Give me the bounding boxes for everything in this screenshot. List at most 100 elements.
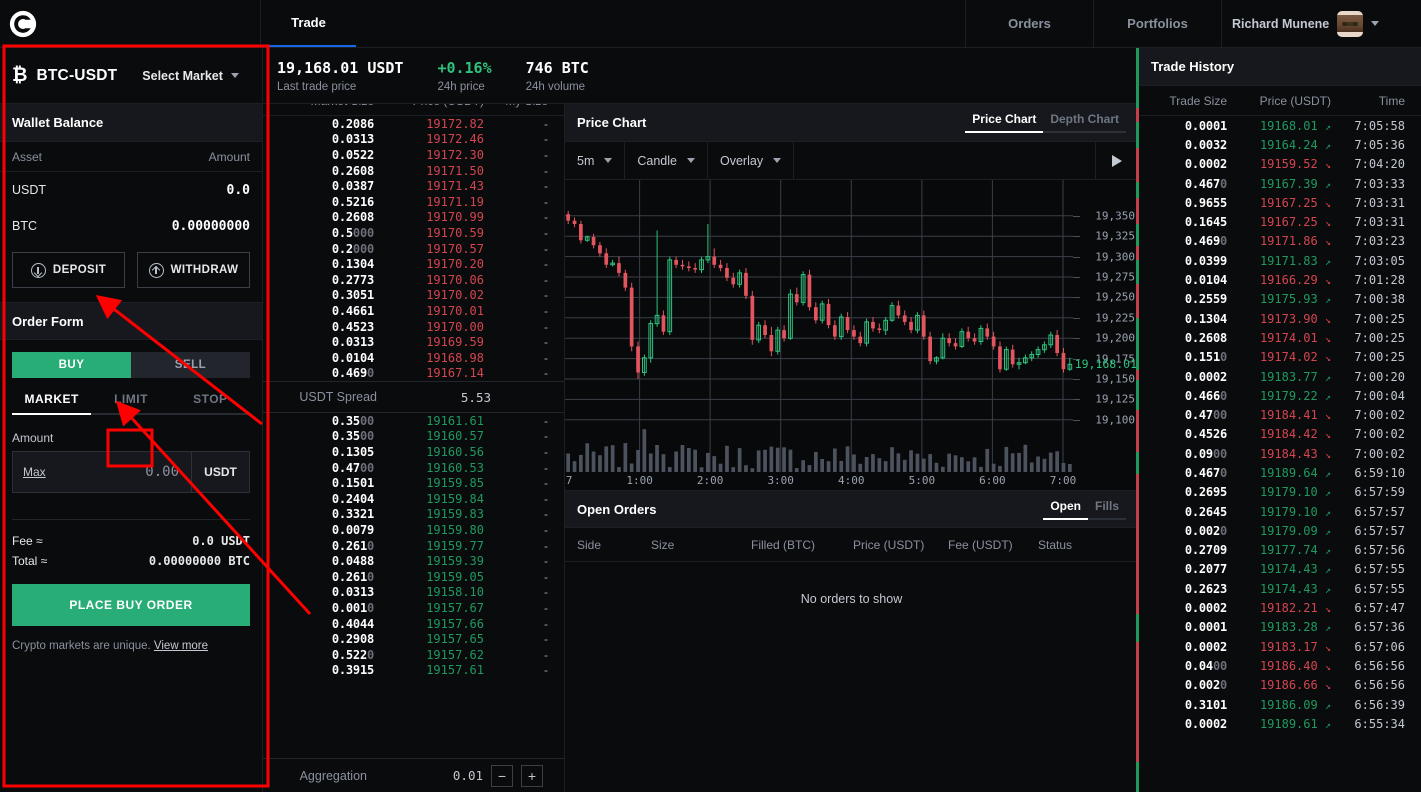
ob-price: 19170.06	[378, 273, 488, 287]
toolbar-spacer	[794, 142, 1096, 179]
aggregation-label: Aggregation	[263, 769, 373, 783]
overlay-select[interactable]: Overlay	[708, 142, 794, 179]
th-size: 0.0002	[1139, 157, 1231, 171]
order-type-market[interactable]: MARKET	[12, 392, 91, 415]
coinbase-logo-icon[interactable]	[8, 9, 38, 39]
order-book-row[interactable]: 0.052219172.30-	[263, 147, 564, 163]
y-tick-mark	[1073, 399, 1080, 400]
withdraw-arrow-icon	[149, 263, 164, 278]
th-time: 6:55:34	[1335, 717, 1413, 731]
order-book-row[interactable]: 0.521619171.19-	[263, 194, 564, 210]
play-button[interactable]	[1096, 142, 1138, 179]
ob-size: 0.4044	[263, 617, 378, 631]
chart-type-select[interactable]: Candle	[625, 142, 708, 179]
th-price: 19189.64 ↗	[1231, 466, 1335, 480]
order-book-row[interactable]: 0.031319172.46-	[263, 132, 564, 148]
order-book-row[interactable]: 0.470019160.53-	[263, 460, 564, 476]
order-book-row[interactable]: 0.391519157.61-	[263, 663, 564, 679]
order-book-row[interactable]: 0.150119159.85-	[263, 475, 564, 491]
order-book-row[interactable]: 0.350019160.57-	[263, 429, 564, 445]
ob-price: 19172.46	[378, 132, 488, 146]
order-book-row[interactable]: 0.261019159.77-	[263, 538, 564, 554]
max-link[interactable]: Max	[13, 452, 69, 492]
order-book-row[interactable]: 0.031319158.10-	[263, 585, 564, 601]
order-book-row[interactable]: 0.130419170.20-	[263, 256, 564, 272]
order-type-stop[interactable]: STOP	[171, 392, 250, 415]
trend-arrow-icon: ↘	[1325, 237, 1331, 248]
buy-tab[interactable]: BUY	[12, 352, 131, 378]
order-book-row[interactable]: 0.260819171.50-	[263, 163, 564, 179]
order-book-row[interactable]: 0.290819157.65-	[263, 631, 564, 647]
th-size: 0.0900	[1139, 447, 1231, 461]
ob-price: 19168.98	[378, 351, 488, 365]
order-book-row[interactable]: 0.500019170.59-	[263, 225, 564, 241]
order-book-row[interactable]: 0.469019167.14-	[263, 366, 564, 382]
nav-tab-portfolios[interactable]: Portfolios	[1093, 0, 1221, 47]
aggregation-increase-button[interactable]: +	[521, 765, 543, 787]
place-buy-order-button[interactable]: PLACE BUY ORDER	[12, 584, 250, 626]
ob-size: 0.4523	[263, 320, 378, 334]
order-book-row[interactable]: 0.261019159.05-	[263, 569, 564, 585]
order-book-row[interactable]: 0.404419157.66-	[263, 616, 564, 632]
ob-price: 19159.80	[378, 523, 488, 537]
nav-tab-trade[interactable]: Trade	[260, 0, 356, 47]
order-book-row[interactable]: 0.208619172.82-	[263, 116, 564, 132]
order-book-row[interactable]: 0.277319170.06-	[263, 272, 564, 288]
order-book-row[interactable]: 0.350019161.61-	[263, 413, 564, 429]
candlestick-chart[interactable]: 19,10019,12519,15019,17519,20019,22519,2…	[565, 180, 1139, 490]
order-book-row[interactable]: 0.048819159.39-	[263, 553, 564, 569]
order-book-row[interactable]: 0.007919159.80-	[263, 522, 564, 538]
tab-depth-chart[interactable]: Depth Chart	[1043, 112, 1126, 133]
order-book-row[interactable]: 0.130519160.56-	[263, 444, 564, 460]
view-more-link[interactable]: View more	[154, 640, 208, 652]
trade-history-row: 0.000219183.17 ↘6:57:06	[1139, 637, 1421, 656]
order-book-row[interactable]: 0.001019157.67-	[263, 600, 564, 616]
interval-select[interactable]: 5m	[565, 142, 625, 179]
th-size: 0.2559	[1139, 292, 1231, 306]
ob-price: 19157.62	[378, 648, 488, 662]
order-type-limit[interactable]: LIMIT	[91, 392, 170, 415]
aggregation-decrease-button[interactable]: −	[491, 765, 513, 787]
sell-tab[interactable]: SELL	[131, 352, 250, 378]
amount-input[interactable]: 0.00	[69, 452, 191, 492]
chevron-down-icon[interactable]	[1371, 21, 1379, 26]
disclaimer-text: Crypto markets are unique.	[12, 640, 154, 652]
tab-fills[interactable]: Fills	[1088, 499, 1126, 520]
th-price: 19164.24 ↗	[1231, 138, 1335, 152]
user-menu[interactable]: Richard Munene	[1221, 0, 1421, 47]
nav-tab-orders[interactable]: Orders	[965, 0, 1093, 47]
ob-price: 19159.39	[378, 554, 488, 568]
ob-my-size: -	[488, 445, 558, 459]
tab-open[interactable]: Open	[1043, 499, 1088, 520]
ob-price: 19159.83	[378, 507, 488, 521]
order-book-row[interactable]: 0.200019170.57-	[263, 241, 564, 257]
price-change-value: +0.16%	[437, 59, 491, 77]
th-price: 19183.28 ↗	[1231, 620, 1335, 634]
th-price: 19186.09 ↗	[1231, 698, 1335, 712]
order-book-row[interactable]: 0.332119159.83-	[263, 507, 564, 523]
ob-size: 0.4661	[263, 304, 378, 318]
x-tick-label: 1:00	[626, 474, 653, 487]
ob-size: 0.0313	[263, 132, 378, 146]
x-tick-label: 5:00	[909, 474, 936, 487]
order-book-row[interactable]: 0.466119170.01-	[263, 303, 564, 319]
withdraw-button[interactable]: WITHDRAW	[137, 252, 250, 288]
tab-price-chart[interactable]: Price Chart	[965, 112, 1043, 133]
order-book-row[interactable]: 0.522019157.62-	[263, 647, 564, 663]
order-book-row[interactable]: 0.031319169.59-	[263, 334, 564, 350]
amount-input-group[interactable]: Max 0.00 USDT	[12, 451, 250, 493]
y-tick-mark	[1073, 297, 1080, 298]
order-book-row[interactable]: 0.305119170.02-	[263, 288, 564, 304]
order-book-row[interactable]: 0.010419168.98-	[263, 350, 564, 366]
order-book-row[interactable]: 0.260819170.99-	[263, 210, 564, 226]
trend-arrow-icon: ↘	[1325, 604, 1331, 615]
order-book-row[interactable]: 0.452319170.00-	[263, 319, 564, 335]
nav-tab-trade-label: Trade	[291, 15, 326, 30]
order-book-row[interactable]: 0.240419159.84-	[263, 491, 564, 507]
deposit-button[interactable]: DEPOSIT	[12, 252, 125, 288]
oo-col-side: Side	[565, 538, 651, 552]
order-book-row[interactable]: 0.038719171.43-	[263, 178, 564, 194]
select-market-button[interactable]: Select Market	[142, 69, 239, 83]
th-size: 0.0400	[1139, 659, 1231, 673]
ob-my-size: -	[488, 492, 558, 506]
